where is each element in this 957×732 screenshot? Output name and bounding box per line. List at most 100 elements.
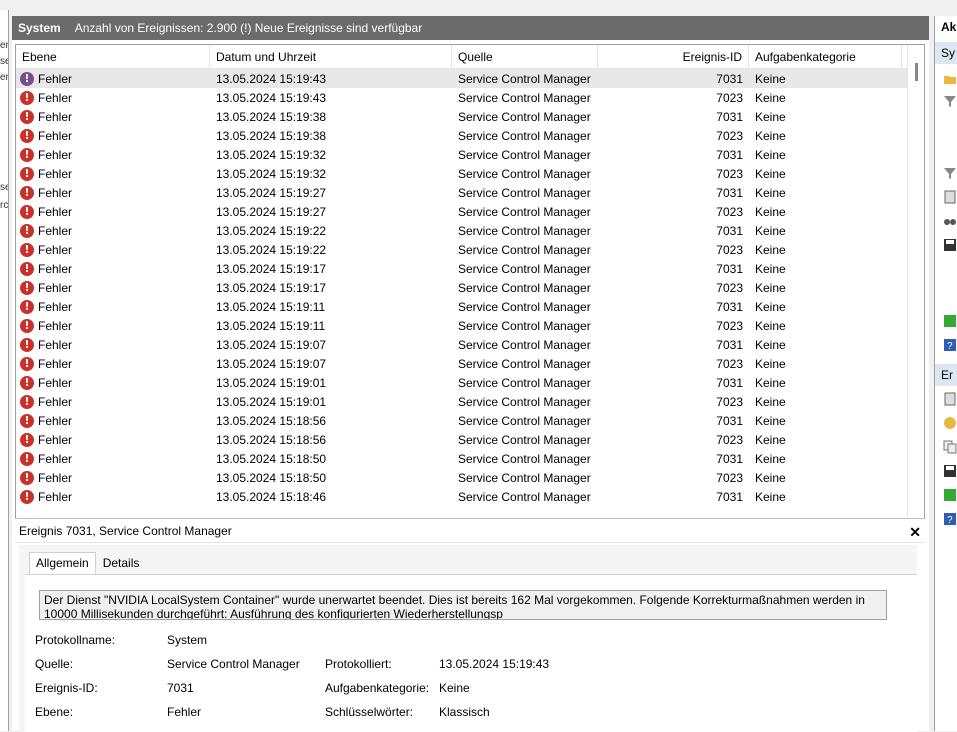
source-cell: Service Control Manager xyxy=(458,261,591,276)
find-icon[interactable] xyxy=(943,214,957,228)
task-category-cell: Keine xyxy=(755,337,786,352)
table-row[interactable]: ! Fehler 13.05.2024 15:19:01 Service Contro… xyxy=(16,373,924,392)
task-category-cell: Keine xyxy=(755,356,786,371)
left-pane-fragment: er xyxy=(0,72,9,83)
column-header-datetime[interactable]: Datum und Uhrzeit xyxy=(210,45,452,68)
column-header-event-id[interactable]: Ereignis-ID xyxy=(598,45,749,68)
datetime-cell: 13.05.2024 15:19:17 xyxy=(216,261,327,276)
event-id-cell: 7023 xyxy=(716,394,743,409)
event-id-cell: 7031 xyxy=(716,109,743,124)
task-category-cell: Keine xyxy=(755,204,786,219)
attach-task-icon[interactable] xyxy=(943,416,957,430)
table-row[interactable]: ! Fehler 13.05.2024 15:19:32 Service Contro… xyxy=(16,164,924,183)
error-icon: ! xyxy=(20,318,34,333)
event-description[interactable]: Der Dienst "NVIDIA LocalSystem Container… xyxy=(39,590,887,620)
tab-details[interactable]: Details xyxy=(96,552,147,574)
error-icon: ! xyxy=(20,90,34,105)
actions-section-event[interactable]: Er xyxy=(935,364,957,386)
properties-icon[interactable] xyxy=(943,190,957,204)
table-row[interactable]: ! Fehler 13.05.2024 15:19:07 Service Contro… xyxy=(16,335,924,354)
event-list-header: Ebene Datum und Uhrzeit Quelle Ereignis-… xyxy=(16,45,924,69)
event-id-cell: 7031 xyxy=(716,261,743,276)
table-row[interactable]: ! Fehler 13.05.2024 15:18:46 Service Contro… xyxy=(16,487,924,506)
table-row[interactable]: ! Fehler 13.05.2024 15:19:17 Service Contro… xyxy=(16,259,924,278)
value-level: Fehler xyxy=(167,705,202,719)
save-icon[interactable] xyxy=(943,464,957,478)
level-cell: ! Fehler xyxy=(16,261,210,276)
task-category-cell: Keine xyxy=(755,432,786,447)
save-icon[interactable] xyxy=(943,238,957,252)
log-header-bar: System Anzahl von Ereignissen: 2.900 (!)… xyxy=(12,16,929,40)
event-id-cell: 7031 xyxy=(716,147,743,162)
column-header-task-category[interactable]: Aufgabenkategorie xyxy=(749,45,902,68)
table-row[interactable]: ! Fehler 13.05.2024 15:19:11 Service Contro… xyxy=(16,316,924,335)
left-navigation-pane: er se er se rc xyxy=(0,10,9,731)
event-id-cell: 7031 xyxy=(716,185,743,200)
event-id-cell: 7023 xyxy=(716,356,743,371)
error-icon: ! xyxy=(20,261,34,276)
datetime-cell: 13.05.2024 15:18:50 xyxy=(216,451,327,466)
level-text: Fehler xyxy=(38,71,73,86)
close-icon[interactable]: ✕ xyxy=(909,524,921,541)
event-detail-body: Allgemein Details Der Dienst "NVIDIA Loc… xyxy=(19,545,917,732)
table-row[interactable]: ! Fehler 13.05.2024 15:19:11 Service Contro… xyxy=(16,297,924,316)
filter-icon[interactable] xyxy=(943,166,957,180)
level-cell: ! Fehler xyxy=(16,223,210,238)
error-icon: ! xyxy=(20,451,34,466)
help-icon[interactable]: ? xyxy=(943,338,957,352)
table-row[interactable]: ! Fehler 13.05.2024 15:18:56 Service Contro… xyxy=(16,411,924,430)
table-row[interactable]: ! Fehler 13.05.2024 15:19:27 Service Contro… xyxy=(16,183,924,202)
event-properties-icon[interactable] xyxy=(943,392,957,406)
scrollbar-thumb[interactable] xyxy=(915,63,918,81)
event-count-text: Anzahl von Ereignissen: 2.900 (!) Neue E… xyxy=(74,21,423,35)
task-category-cell: Keine xyxy=(755,242,786,257)
event-list-scrollbar[interactable] xyxy=(907,45,924,529)
task-category-cell: Keine xyxy=(755,261,786,276)
label-keywords: Schlüsselwörter: xyxy=(325,705,414,719)
level-cell: ! Fehler xyxy=(16,394,210,409)
column-header-source[interactable]: Quelle xyxy=(452,45,598,68)
table-row[interactable]: ! Fehler 13.05.2024 15:19:43 Service Contro… xyxy=(16,69,924,88)
table-row[interactable]: ! Fehler 13.05.2024 15:18:50 Service Contro… xyxy=(16,449,924,468)
table-row[interactable]: ! Fehler 13.05.2024 15:19:17 Service Contro… xyxy=(16,278,924,297)
table-row[interactable]: ! Fehler 13.05.2024 15:19:38 Service Contro… xyxy=(16,107,924,126)
level-cell: ! Fehler xyxy=(16,128,210,143)
table-row[interactable]: ! Fehler 13.05.2024 15:19:38 Service Contro… xyxy=(16,126,924,145)
copy-icon[interactable] xyxy=(943,440,957,454)
actions-section-system[interactable]: Sy xyxy=(935,42,957,64)
source-cell: Service Control Manager xyxy=(458,223,591,238)
error-icon: ! xyxy=(20,128,34,143)
open-folder-icon[interactable] xyxy=(943,72,957,86)
table-row[interactable]: ! Fehler 13.05.2024 15:18:50 Service Contro… xyxy=(16,468,924,487)
table-row[interactable]: ! Fehler 13.05.2024 15:19:07 Service Contro… xyxy=(16,354,924,373)
table-row[interactable]: ! Fehler 13.05.2024 15:18:56 Service Contro… xyxy=(16,430,924,449)
datetime-cell: 13.05.2024 15:19:38 xyxy=(216,128,327,143)
table-row[interactable]: ! Fehler 13.05.2024 15:19:32 Service Contro… xyxy=(16,145,924,164)
actions-header: Ak xyxy=(941,20,957,34)
source-cell: Service Control Manager xyxy=(458,109,591,124)
event-id-cell: 7031 xyxy=(716,223,743,238)
level-text: Fehler xyxy=(38,223,73,238)
refresh-icon[interactable] xyxy=(943,488,957,502)
table-row[interactable]: ! Fehler 13.05.2024 15:19:22 Service Contro… xyxy=(16,240,924,259)
level-cell: ! Fehler xyxy=(16,413,210,428)
tab-general[interactable]: Allgemein xyxy=(29,552,96,574)
left-pane-fragment: se xyxy=(0,182,8,193)
task-category-cell: Keine xyxy=(755,375,786,390)
task-category-cell: Keine xyxy=(755,470,786,485)
table-row[interactable]: ! Fehler 13.05.2024 15:19:43 Service Contro… xyxy=(16,88,924,107)
table-row[interactable]: ! Fehler 13.05.2024 15:19:22 Service Contro… xyxy=(16,221,924,240)
filter-icon[interactable] xyxy=(943,94,957,108)
table-row[interactable]: ! Fehler 13.05.2024 15:19:01 Service Contro… xyxy=(16,392,924,411)
error-icon: ! xyxy=(20,394,34,409)
error-icon: ! xyxy=(20,280,34,295)
refresh-icon[interactable] xyxy=(943,314,957,328)
error-icon: ! xyxy=(20,375,34,390)
level-cell: ! Fehler xyxy=(16,356,210,371)
help-icon[interactable]: ? xyxy=(943,512,957,526)
level-text: Fehler xyxy=(38,337,73,352)
column-header-level[interactable]: Ebene xyxy=(16,45,210,68)
level-text: Fehler xyxy=(38,128,73,143)
table-row[interactable]: ! Fehler 13.05.2024 15:19:27 Service Contro… xyxy=(16,202,924,221)
error-icon: ! xyxy=(20,166,34,181)
